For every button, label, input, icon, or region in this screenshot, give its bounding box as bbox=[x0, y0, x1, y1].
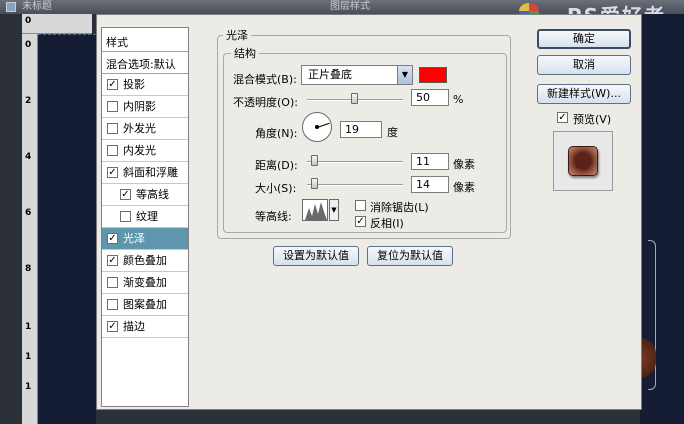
distance-unit: 像素 bbox=[453, 158, 475, 171]
opacity-label: 不透明度(O): bbox=[233, 96, 298, 109]
style-preview-box bbox=[553, 131, 613, 191]
style-item-label: 颜色叠加 bbox=[123, 254, 167, 267]
angle-input[interactable]: 19 bbox=[340, 121, 382, 138]
style-item-label: 光泽 bbox=[123, 232, 145, 245]
style-item[interactable]: 内发光 bbox=[102, 140, 188, 162]
document-title: 未标题 bbox=[22, 1, 52, 12]
style-item-checkbox[interactable] bbox=[107, 233, 118, 244]
contour-picker[interactable] bbox=[302, 199, 328, 221]
ruler-label: 1 bbox=[25, 352, 32, 362]
style-item[interactable]: 光泽 bbox=[102, 228, 188, 250]
style-item-checkbox[interactable] bbox=[107, 321, 118, 332]
style-item-checkbox[interactable] bbox=[107, 123, 118, 134]
size-input[interactable]: 14 bbox=[411, 176, 449, 193]
style-item-label: 纹理 bbox=[136, 210, 158, 223]
blend-mode-select[interactable]: 正片叠底 ▼ bbox=[301, 65, 413, 85]
style-item-label: 斜面和浮雕 bbox=[123, 166, 178, 179]
ruler-label: 6 bbox=[25, 208, 32, 218]
styles-list: 样式 混合选项:默认 投影内阴影外发光内发光斜面和浮雕等高线纹理光泽颜色叠加渐变… bbox=[101, 27, 189, 407]
style-item-checkbox[interactable] bbox=[107, 145, 118, 156]
size-unit: 像素 bbox=[453, 181, 475, 194]
contour-dropdown-icon[interactable]: ▼ bbox=[329, 199, 339, 221]
structure-title: 结构 bbox=[231, 45, 259, 61]
distance-slider-thumb[interactable] bbox=[311, 155, 318, 166]
opacity-input[interactable]: 50 bbox=[411, 89, 449, 106]
style-item[interactable]: 内阴影 bbox=[102, 96, 188, 118]
blend-color-swatch[interactable] bbox=[419, 67, 447, 83]
style-item-label: 描边 bbox=[123, 320, 145, 333]
distance-input[interactable]: 11 bbox=[411, 153, 449, 170]
contour-label: 等高线: bbox=[255, 210, 292, 223]
style-item-label: 等高线 bbox=[136, 188, 169, 201]
opacity-slider-thumb[interactable] bbox=[351, 93, 358, 104]
styles-header[interactable]: 样式 bbox=[102, 28, 188, 52]
style-item[interactable]: 图案叠加 bbox=[102, 294, 188, 316]
distance-label: 距离(D): bbox=[255, 159, 298, 172]
opacity-unit: % bbox=[453, 93, 464, 106]
document-icon bbox=[6, 2, 16, 12]
style-item-label: 投影 bbox=[123, 78, 145, 91]
ruler-label: 4 bbox=[25, 152, 32, 162]
document-canvas[interactable] bbox=[38, 34, 96, 424]
ruler-label: 0 bbox=[25, 16, 32, 26]
ruler-label: 8 bbox=[25, 264, 32, 274]
blend-mode-label: 混合模式(B): bbox=[233, 73, 297, 86]
style-item-label: 渐变叠加 bbox=[123, 276, 167, 289]
left-ruler: 0 2 4 6 8 1 1 1 bbox=[22, 34, 38, 424]
preview-label: 预览(V) bbox=[573, 113, 612, 126]
ruler-label: 1 bbox=[25, 382, 32, 392]
style-item-checkbox[interactable] bbox=[107, 167, 118, 178]
angle-dial[interactable] bbox=[302, 112, 332, 142]
ruler-label: 1 bbox=[25, 322, 32, 332]
cancel-button[interactable]: 取消 bbox=[537, 55, 631, 75]
size-label: 大小(S): bbox=[255, 182, 297, 195]
style-item-label: 内阴影 bbox=[123, 100, 156, 113]
style-item-checkbox[interactable] bbox=[107, 255, 118, 266]
style-item-checkbox[interactable] bbox=[120, 189, 131, 200]
angle-unit: 度 bbox=[387, 126, 398, 139]
style-item[interactable]: 纹理 bbox=[102, 206, 188, 228]
angle-label: 角度(N): bbox=[255, 127, 298, 140]
new-style-button[interactable]: 新建样式(W)... bbox=[537, 84, 631, 104]
style-item-checkbox[interactable] bbox=[107, 101, 118, 112]
style-preview-swatch bbox=[568, 146, 598, 176]
style-item-checkbox[interactable] bbox=[120, 211, 131, 222]
style-item[interactable]: 外发光 bbox=[102, 118, 188, 140]
antialias-label: 消除锯齿(L) bbox=[370, 201, 429, 214]
style-item-label: 外发光 bbox=[123, 122, 156, 135]
style-item-checkbox[interactable] bbox=[107, 277, 118, 288]
style-item[interactable]: 斜面和浮雕 bbox=[102, 162, 188, 184]
style-item-checkbox[interactable] bbox=[107, 299, 118, 310]
style-item-label: 内发光 bbox=[123, 144, 156, 157]
preview-checkbox[interactable] bbox=[557, 112, 568, 123]
ruler-label: 2 bbox=[25, 96, 32, 106]
antialias-checkbox[interactable] bbox=[355, 200, 366, 211]
style-item[interactable]: 渐变叠加 bbox=[102, 272, 188, 294]
reset-default-button[interactable]: 复位为默认值 bbox=[367, 246, 453, 266]
top-ruler: 0 bbox=[22, 14, 92, 34]
ruler-label: 0 bbox=[25, 40, 32, 50]
style-item[interactable]: 等高线 bbox=[102, 184, 188, 206]
set-default-button[interactable]: 设置为默认值 bbox=[273, 246, 359, 266]
blend-options-item[interactable]: 混合选项:默认 bbox=[102, 52, 188, 74]
style-item[interactable]: 投影 bbox=[102, 74, 188, 96]
layer-style-dialog: 样式 混合选项:默认 投影内阴影外发光内发光斜面和浮雕等高线纹理光泽颜色叠加渐变… bbox=[96, 14, 642, 410]
chevron-down-icon: ▼ bbox=[397, 66, 412, 84]
ok-button[interactable]: 确定 bbox=[537, 29, 631, 49]
contour-curve-icon bbox=[305, 202, 327, 220]
dialog-window-title: 图层样式 bbox=[330, 1, 370, 12]
invert-checkbox[interactable] bbox=[355, 216, 366, 227]
angle-dial-center bbox=[315, 125, 319, 129]
blend-mode-value: 正片叠底 bbox=[308, 68, 352, 81]
satin-section-title: 光泽 bbox=[223, 27, 251, 43]
size-slider-thumb[interactable] bbox=[311, 178, 318, 189]
invert-label: 反相(I) bbox=[370, 217, 404, 230]
style-item-label: 图案叠加 bbox=[123, 298, 167, 311]
size-slider-track[interactable] bbox=[307, 184, 403, 186]
distance-slider-track[interactable] bbox=[307, 161, 403, 163]
style-item-checkbox[interactable] bbox=[107, 79, 118, 90]
style-item[interactable]: 颜色叠加 bbox=[102, 250, 188, 272]
style-item[interactable]: 描边 bbox=[102, 316, 188, 338]
